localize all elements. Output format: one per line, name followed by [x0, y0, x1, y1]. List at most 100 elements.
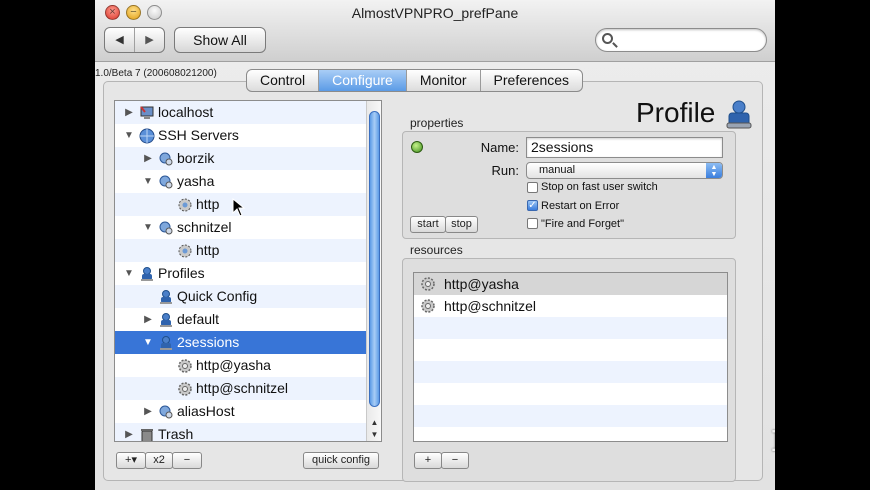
configuration-outline[interactable]: ▶ localhost ▼ SSH Servers ▶ borzik ▼ yasha http ▼… — [114, 100, 382, 442]
profile-icon — [141, 267, 153, 281]
disclosure-triangle-icon[interactable]: ▶ — [142, 400, 154, 423]
properties-group-label: properties — [410, 116, 464, 130]
tab-configure[interactable]: Configure — [319, 70, 407, 91]
disclosure-triangle-icon[interactable]: ▶ — [142, 147, 154, 170]
fire-and-forget-label: "Fire and Forget" — [541, 218, 625, 230]
quick-config-button[interactable]: quick config — [303, 452, 379, 469]
outline-row-aliashost[interactable]: ▶ aliasHost — [115, 400, 366, 423]
restart-on-error-checkbox[interactable]: ✓ — [527, 200, 538, 211]
disclosure-triangle-icon[interactable]: ▼ — [142, 216, 154, 239]
run-label: Run: — [491, 163, 519, 178]
outline-row-label: Quick Config — [177, 288, 258, 304]
disclosure-triangle-icon[interactable]: ▶ — [123, 101, 135, 124]
outline-row-label: yasha — [177, 173, 215, 189]
scroll-down-icon[interactable]: ▼ — [367, 429, 381, 441]
disclosure-triangle-icon[interactable]: ▼ — [123, 262, 135, 285]
remove-resource-button[interactable]: − — [441, 452, 469, 469]
window-title: AlmostVPNPRO_prefPane — [351, 5, 519, 21]
trash-icon — [141, 429, 153, 441]
forward-arrow-icon[interactable]: ▶ — [135, 28, 164, 52]
disclosure-triangle-icon[interactable]: ▼ — [142, 331, 154, 354]
stop-button[interactable]: stop — [445, 216, 478, 233]
outline-row-localhost[interactable]: ▶ localhost — [115, 101, 366, 124]
outline-row-2sessions[interactable]: ▼ 2sessions — [115, 331, 366, 354]
service-icon — [178, 198, 192, 212]
scroll-thumb[interactable] — [369, 111, 380, 407]
name-field[interactable]: 2sessions — [526, 137, 723, 158]
run-mode-value: manual — [539, 164, 576, 176]
name-label: Name: — [480, 140, 519, 155]
outline-row-http[interactable]: http — [115, 239, 366, 262]
disclosure-triangle-icon[interactable]: ▼ — [123, 124, 135, 147]
search-input[interactable] — [618, 31, 758, 49]
show-all-button[interactable]: Show All — [174, 27, 266, 53]
outline-row-quick-config[interactable]: Quick Config — [115, 285, 366, 308]
outline-row-trash[interactable]: ▶ Trash — [115, 423, 366, 442]
scroll-up-icon[interactable]: ▲ — [367, 417, 381, 429]
disclosure-triangle-icon[interactable]: ▼ — [142, 170, 154, 193]
search-field[interactable] — [595, 28, 767, 52]
add-resource-button[interactable]: + — [414, 452, 442, 469]
watermark-logo: mu — [771, 414, 775, 461]
outline-row-label: localhost — [158, 104, 214, 120]
outline-row-label: 2sessions — [177, 334, 240, 350]
outline-row-label: http@schnitzel — [196, 380, 289, 396]
gear-icon — [421, 299, 435, 313]
status-light-icon — [411, 141, 423, 153]
profile-icon — [160, 313, 172, 327]
profile-header: Profile — [636, 97, 716, 128]
outline-row-default[interactable]: ▶ default — [115, 308, 366, 331]
gear-icon — [421, 277, 435, 291]
stop-on-user-switch-checkbox[interactable] — [527, 182, 538, 193]
outline-row-label: SSH Servers — [158, 127, 239, 143]
empty-row — [414, 317, 727, 339]
restart-on-error-label: Restart on Error — [541, 200, 620, 212]
tab-bar: Control Configure Monitor Preferences — [246, 69, 584, 92]
globe-icon — [139, 128, 155, 144]
tab-preferences[interactable]: Preferences — [481, 70, 582, 91]
mouse-cursor-icon — [232, 198, 246, 217]
duplicate-button[interactable]: x2 — [145, 452, 173, 469]
empty-row — [414, 427, 727, 441]
tab-monitor[interactable]: Monitor — [407, 70, 481, 91]
back-forward-buttons: ◀ ▶ — [104, 27, 165, 53]
outline-row-label: default — [177, 311, 220, 327]
outline-row-borzik[interactable]: ▶ borzik — [115, 147, 366, 170]
server-icon — [159, 405, 173, 419]
run-mode-select[interactable]: manual ▲ ▼ — [526, 162, 723, 179]
disclosure-triangle-icon[interactable]: ▶ — [123, 423, 135, 441]
outline-row-label: schnitzel — [177, 219, 232, 235]
profile-icon — [160, 336, 172, 350]
outline-row-yasha[interactable]: ▼ yasha — [115, 170, 366, 193]
outline-row-label: http — [196, 242, 220, 258]
resource-item[interactable]: http@schnitzel — [414, 295, 727, 317]
outline-row-profiles[interactable]: ▼ Profiles — [115, 262, 366, 285]
outline-row-http-yasha[interactable]: http@yasha — [115, 354, 366, 377]
empty-row — [414, 383, 727, 405]
tab-control[interactable]: Control — [247, 70, 320, 91]
resources-list[interactable]: http@yasha http@schnitzel — [413, 272, 728, 442]
add-item-button[interactable]: +▾ — [116, 452, 146, 469]
outline-row-http-schnitzel[interactable]: http@schnitzel — [115, 377, 366, 400]
resources-group-label: resources — [410, 243, 463, 257]
empty-row — [414, 339, 727, 361]
title-bar: × − AlmostVPNPRO_prefPane ◀ ▶ Show All — [95, 0, 775, 62]
empty-row — [414, 405, 727, 427]
outline-row-ssh-servers[interactable]: ▼ SSH Servers — [115, 124, 366, 147]
start-button[interactable]: start — [410, 216, 446, 233]
outline-row-schnitzel[interactable]: ▼ schnitzel — [115, 216, 366, 239]
outline-row-label: http — [196, 196, 220, 212]
resource-item[interactable]: http@yasha — [414, 273, 727, 295]
search-icon — [602, 33, 613, 44]
back-arrow-icon[interactable]: ◀ — [105, 28, 135, 52]
gear-icon — [178, 359, 192, 373]
remove-item-button[interactable]: − — [172, 452, 202, 469]
profile-icon — [726, 100, 752, 129]
vertical-scrollbar[interactable]: ▲ ▼ — [366, 101, 381, 441]
disclosure-triangle-icon[interactable]: ▶ — [142, 308, 154, 331]
resource-label: http@yasha — [444, 276, 519, 292]
outline-row-label: Trash — [158, 426, 194, 442]
fire-and-forget-checkbox[interactable] — [527, 218, 538, 229]
gear-icon — [178, 382, 192, 396]
popup-arrows-icon: ▲ ▼ — [706, 163, 722, 178]
